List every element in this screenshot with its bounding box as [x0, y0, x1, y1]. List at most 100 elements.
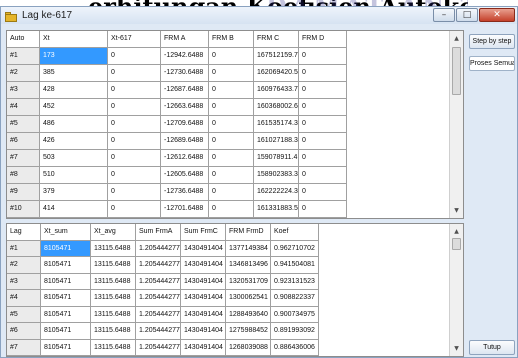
column-header[interactable]: FRM B	[209, 31, 254, 48]
table-cell[interactable]: 1.205444277	[136, 306, 181, 323]
table-row[interactable]: #5 8105471 13115.6488 1.205444277 1430491404…	[7, 306, 449, 323]
table-cell[interactable]: 0	[209, 99, 254, 116]
column-header[interactable]: FRM D	[299, 31, 347, 48]
table-row[interactable]: #7 503 0 -12612.6488 0 159078911.4 0	[7, 150, 449, 167]
close-button[interactable]: ✕	[479, 8, 515, 22]
table-cell[interactable]: 173	[40, 48, 108, 65]
table-row[interactable]: #2 385 0 -12730.6488 0 162069420.5 0	[7, 65, 449, 82]
table-cell[interactable]: 1.205444277	[136, 290, 181, 307]
table-cell[interactable]: 1.205444277	[136, 339, 181, 356]
column-header[interactable]: FRM C	[254, 31, 299, 48]
column-header[interactable]: Xt_avg	[91, 224, 136, 241]
row-header-cell[interactable]: #1	[7, 48, 40, 65]
column-header[interactable]: Xt_sum	[41, 224, 91, 241]
column-header[interactable]: FRM A	[161, 31, 209, 48]
row-header-cell[interactable]: #5	[7, 306, 41, 323]
table-cell[interactable]: 452	[40, 99, 108, 116]
table-cell[interactable]: -12687.6488	[161, 82, 209, 99]
table-cell[interactable]: 1430491404	[181, 240, 226, 257]
table-cell[interactable]: -12689.6488	[161, 133, 209, 150]
table-cell[interactable]: 13115.6488	[91, 290, 136, 307]
table-cell[interactable]: 0	[299, 48, 347, 65]
table-cell[interactable]: 1288493640	[226, 306, 271, 323]
table-cell[interactable]: 1.205444277	[136, 273, 181, 290]
table-cell[interactable]: 1430491404	[181, 290, 226, 307]
row-header-cell[interactable]: #6	[7, 133, 40, 150]
tutup-button[interactable]: Tutup	[469, 340, 515, 355]
table-cell[interactable]: 0	[209, 48, 254, 65]
table-cell[interactable]: -12663.6488	[161, 99, 209, 116]
column-header[interactable]: Lag	[7, 224, 41, 241]
table-row[interactable]: #5 486 0 -12709.6488 0 161535174.3 0	[7, 116, 449, 133]
table-row[interactable]: #3 428 0 -12687.6488 0 160976433.7 0	[7, 82, 449, 99]
row-header-cell[interactable]: #9	[7, 184, 40, 201]
table-cell[interactable]: 0	[108, 150, 161, 167]
table-cell[interactable]: 0	[299, 133, 347, 150]
row-header-cell[interactable]: #7	[7, 150, 40, 167]
table-cell[interactable]: 159078911.4	[254, 150, 299, 167]
table-cell[interactable]: 428	[40, 82, 108, 99]
row-header-cell[interactable]: #2	[7, 257, 41, 274]
table-cell[interactable]: 0.900734975	[271, 306, 319, 323]
table-cell[interactable]: 0	[209, 65, 254, 82]
table-cell[interactable]: 0	[108, 184, 161, 201]
table-cell[interactable]: 503	[40, 150, 108, 167]
table-row[interactable]: #4 452 0 -12663.6488 0 160368002.6 0	[7, 99, 449, 116]
column-header[interactable]: Xt	[40, 31, 108, 48]
table-row[interactable]: #9 379 0 -12736.6488 0 162222224.3 0	[7, 184, 449, 201]
table-cell[interactable]: 1430491404	[181, 273, 226, 290]
table-cell[interactable]: 1346813496	[226, 257, 271, 274]
table-cell[interactable]: 162222224.3	[254, 184, 299, 201]
row-header-cell[interactable]: #2	[7, 65, 40, 82]
table-row[interactable]: #1 173 0 -12942.6488 0 167512159.7 0	[7, 48, 449, 65]
table-cell[interactable]: 0.886436006	[271, 339, 319, 356]
scrollbar-thumb[interactable]	[452, 238, 461, 250]
table-cell[interactable]: 0	[299, 184, 347, 201]
table-row[interactable]: #4 8105471 13115.6488 1.205444277 1430491404…	[7, 290, 449, 307]
table-cell[interactable]: 0	[108, 116, 161, 133]
table-cell[interactable]: -12942.6488	[161, 48, 209, 65]
table-cell[interactable]: 0	[209, 150, 254, 167]
table-cell[interactable]: 0.941504081	[271, 257, 319, 274]
column-header[interactable]: FRM FrmD	[226, 224, 271, 241]
table-cell[interactable]: -12612.6488	[161, 150, 209, 167]
scroll-down-arrow-icon[interactable]: ▼	[450, 204, 463, 217]
table-cell[interactable]: 0	[108, 82, 161, 99]
table-cell[interactable]: 1430491404	[181, 323, 226, 340]
summary-grid-scrollbar[interactable]: ▲ ▼	[449, 224, 463, 356]
scroll-up-arrow-icon[interactable]: ▲	[450, 225, 463, 238]
table-cell[interactable]: 1275988452	[226, 323, 271, 340]
table-cell[interactable]: 8105471	[41, 257, 91, 274]
table-row[interactable]: #8 510 0 -12605.6488 0 158902383.3 0	[7, 167, 449, 184]
table-cell[interactable]: 0.891993092	[271, 323, 319, 340]
table-cell[interactable]: 1.205444277	[136, 323, 181, 340]
table-cell[interactable]: 8105471	[41, 339, 91, 356]
table-cell[interactable]: 486	[40, 116, 108, 133]
autocorrelation-data-grid[interactable]: Auto Xt Xt-617 FRM A FRM B FRM C FRM D #1 173 0 -1…	[6, 30, 464, 219]
table-cell[interactable]: 161027188.3	[254, 133, 299, 150]
table-cell[interactable]: 161331883.5	[254, 201, 299, 218]
table-cell[interactable]: 13115.6488	[91, 240, 136, 257]
table-row[interactable]: #6 8105471 13115.6488 1.205444277 1430491404…	[7, 323, 449, 340]
table-cell[interactable]: 0	[209, 201, 254, 218]
row-header-cell[interactable]: #1	[7, 240, 41, 257]
table-cell[interactable]: 161535174.3	[254, 116, 299, 133]
table-cell[interactable]: 0	[299, 167, 347, 184]
data-grid-scrollbar[interactable]: ▲ ▼	[449, 31, 463, 218]
table-cell[interactable]: 0	[209, 167, 254, 184]
table-row[interactable]: #6 426 0 -12689.6488 0 161027188.3 0	[7, 133, 449, 150]
table-cell[interactable]: 13115.6488	[91, 257, 136, 274]
table-cell[interactable]: 379	[40, 184, 108, 201]
table-cell[interactable]: 0	[108, 201, 161, 218]
table-cell[interactable]: 13115.6488	[91, 306, 136, 323]
table-cell[interactable]: 0.962710702	[271, 240, 319, 257]
table-cell[interactable]: -12709.6488	[161, 116, 209, 133]
table-cell[interactable]: 510	[40, 167, 108, 184]
minimize-button[interactable]: –	[433, 8, 455, 22]
table-cell[interactable]: 1300062541	[226, 290, 271, 307]
table-row[interactable]: #10 414 0 -12701.6488 0 161331883.5 0	[7, 201, 449, 218]
table-cell[interactable]: 414	[40, 201, 108, 218]
table-cell[interactable]: 8105471	[41, 273, 91, 290]
table-cell[interactable]: 0.908822337	[271, 290, 319, 307]
table-cell[interactable]: 0	[299, 65, 347, 82]
